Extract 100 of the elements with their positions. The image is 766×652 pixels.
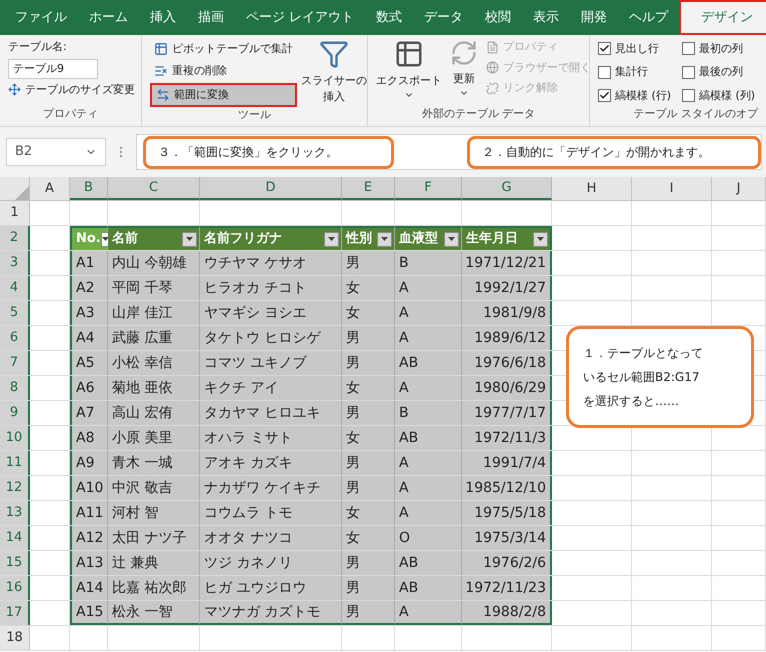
ribbon-tab[interactable]: 表示 [522, 0, 570, 35]
row-header[interactable]: 10 [0, 426, 30, 450]
table-cell: A13 [70, 551, 108, 575]
export-button[interactable]: エクスポート [376, 35, 442, 106]
table-cell: 女 [342, 301, 395, 325]
column-header[interactable]: J [712, 177, 766, 200]
table-header: 性別 [346, 230, 372, 248]
ribbon-tab[interactable]: ヘルプ [618, 0, 680, 35]
dropdown-arrow-icon [537, 237, 544, 241]
row-header[interactable]: 14 [0, 526, 30, 550]
ribbon-tab[interactable]: 描画 [187, 0, 235, 35]
ribbon-tab[interactable]: データ [413, 0, 474, 35]
table-cell: A8 [70, 426, 108, 450]
filter-button[interactable] [444, 232, 459, 246]
row-header[interactable]: 6 [0, 326, 30, 350]
table-cell: A12 [70, 526, 108, 550]
ribbon-tab[interactable]: 校閲 [474, 0, 522, 35]
table-cell: コマツ ユキノブ [200, 351, 342, 375]
option-label: 集計行 [615, 64, 648, 80]
option-checkbox[interactable] [598, 66, 611, 79]
table-cell: 菊地 亜依 [108, 376, 200, 400]
row-header[interactable]: 18 [0, 626, 30, 650]
filter-button[interactable] [377, 232, 392, 246]
row-header[interactable]: 17 [0, 601, 30, 625]
refresh-button[interactable]: 更新 [450, 35, 478, 106]
option-checkbox[interactable] [682, 89, 695, 102]
table-cell: A4 [70, 326, 108, 350]
row-header[interactable]: 13 [0, 501, 30, 525]
row-header[interactable]: 3 [0, 251, 30, 275]
row-header[interactable]: 2 [0, 226, 30, 250]
row-header[interactable]: 16 [0, 576, 30, 600]
column-header[interactable]: E [342, 177, 395, 200]
table-cell: 中沢 敬吉 [108, 476, 200, 500]
filter-button[interactable] [324, 232, 339, 246]
resize-table-button[interactable]: テーブルのサイズ変更 [8, 82, 135, 98]
table-cell: 男 [342, 351, 395, 375]
table-cell: 内山 今朝雄 [108, 251, 200, 275]
row-header[interactable]: 8 [0, 376, 30, 400]
table-cell: B [395, 401, 462, 425]
table-cell: 女 [342, 376, 395, 400]
callout: １．テーブルとなっているセル範囲B2:G17を選択すると…… [566, 326, 754, 428]
table-cell: AB [395, 576, 462, 600]
ribbon-tab[interactable]: デザイン [679, 0, 766, 35]
tool-button[interactable]: ピボットテーブルで集計 [150, 39, 297, 59]
ribbon-tab[interactable]: ページ レイアウト [235, 0, 366, 35]
column-header[interactable]: B [70, 177, 108, 200]
table-cell: A [395, 601, 462, 625]
row-header[interactable]: 7 [0, 351, 30, 375]
table-cell: A11 [70, 501, 108, 525]
option-checkbox[interactable] [598, 42, 611, 56]
ribbon-tab[interactable]: 開発 [570, 0, 618, 35]
ribbon-tab[interactable]: 数式 [365, 0, 414, 35]
table-cell: 1981/9/8 [462, 301, 552, 325]
filter-button[interactable] [533, 232, 548, 246]
option-label: 見出し行 [615, 40, 659, 56]
option-checkbox[interactable] [682, 66, 695, 79]
row-header[interactable]: 5 [0, 301, 30, 325]
row-header[interactable]: 15 [0, 551, 30, 575]
table-cell: 男 [342, 476, 395, 500]
ribbon-tab[interactable]: ホーム [78, 0, 139, 35]
option-checkbox[interactable] [682, 42, 695, 56]
ribbon-tab[interactable]: ファイル [4, 0, 78, 35]
row-header[interactable]: 12 [0, 476, 30, 500]
table-cell: 小原 美里 [108, 426, 200, 450]
filter-button[interactable] [182, 232, 197, 246]
option-label: 縞模様 (列) [699, 88, 756, 104]
row-header[interactable]: 1 [0, 201, 30, 225]
table-cell: オオタ ナツコ [200, 526, 342, 550]
table-cell: 小松 幸信 [108, 351, 200, 375]
column-header[interactable]: H [552, 177, 632, 200]
column-header[interactable]: G [462, 177, 552, 200]
insert-slicer-button[interactable]: スライサーの 挿入 [301, 35, 367, 107]
column-header[interactable]: D [200, 177, 342, 200]
column-header[interactable]: C [108, 177, 200, 200]
ribbon-tab[interactable]: 挿入 [139, 0, 187, 35]
table-cell: A14 [70, 576, 108, 600]
formula-bar[interactable]: ３．「範囲に変換」をクリック。 ２．自動的に「デザイン」が開かれます。 [136, 134, 762, 170]
row-header[interactable]: 11 [0, 451, 30, 475]
option-checkbox[interactable] [598, 89, 611, 102]
name-box[interactable]: B2 [6, 138, 106, 166]
tool-icon [154, 42, 168, 56]
table-cell: 男 [342, 401, 395, 425]
callout: ２．自動的に「デザイン」が開かれます。 [467, 136, 761, 168]
table-cell: 1985/12/10 [462, 476, 552, 500]
row-header[interactable]: 9 [0, 401, 30, 425]
column-header[interactable]: I [632, 177, 712, 200]
dropdown-arrow-icon [448, 237, 455, 241]
row-header[interactable]: 4 [0, 276, 30, 300]
table-cell: A [395, 376, 462, 400]
table-cell: 1977/7/17 [462, 401, 552, 425]
table-cell: 男 [342, 576, 395, 600]
column-header[interactable]: F [395, 177, 462, 200]
tool-button[interactable]: 範囲に変換 [150, 83, 297, 107]
tool-button[interactable]: 重複の削除 [150, 61, 297, 81]
table-name-field[interactable]: テーブル9 [8, 58, 98, 78]
tool-icon [154, 64, 168, 78]
table-cell: 男 [342, 601, 395, 625]
table-cell: 男 [342, 451, 395, 475]
table-cell: O [395, 526, 462, 550]
table-header: 生年月日 [466, 230, 518, 248]
